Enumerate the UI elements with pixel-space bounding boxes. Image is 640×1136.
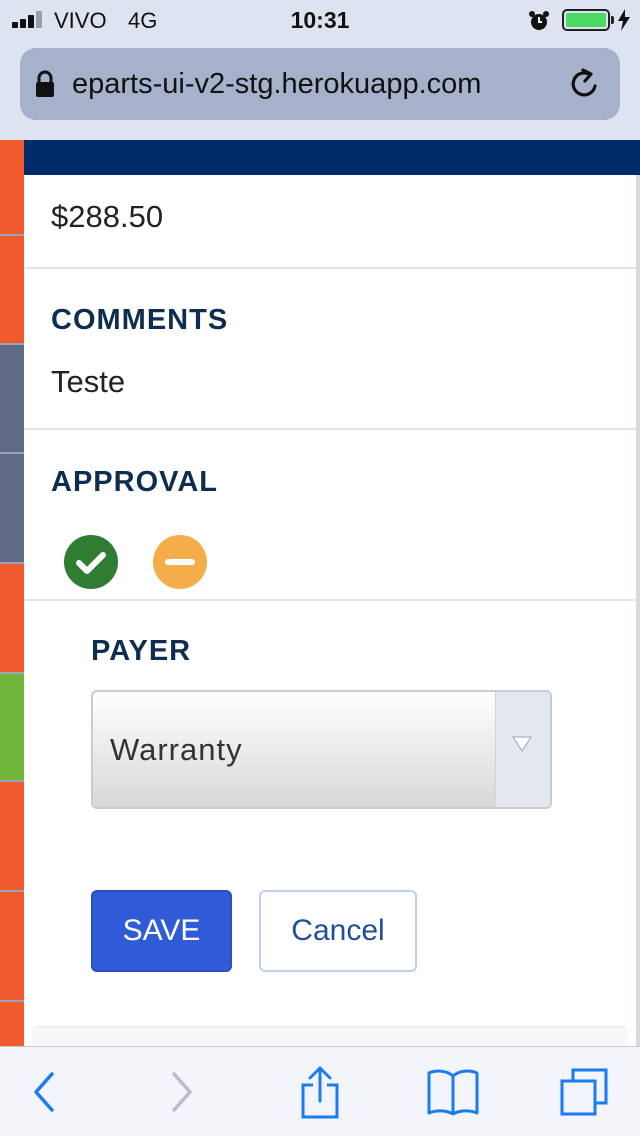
browser-address-area: eparts-ui-v2-stg.herokuapp.com [0,40,640,140]
payer-select[interactable]: Warranty [91,690,552,809]
reload-icon[interactable] [568,67,602,101]
payer-selected-value: Warranty [110,732,243,767]
share-icon [301,1066,339,1119]
tabs-button[interactable] [552,1047,616,1136]
approval-label: APPROVAL [51,466,218,498]
comments-label: COMMENTS [51,304,229,336]
forward-icon [172,1072,192,1112]
back-button[interactable] [12,1047,76,1136]
cancel-button[interactable]: Cancel [259,890,417,972]
url-text[interactable]: eparts-ui-v2-stg.herokuapp.com [72,68,566,101]
back-icon [34,1072,54,1112]
bookmarks-button[interactable] [420,1047,486,1136]
share-button[interactable] [288,1047,352,1136]
comments-value: Teste [51,364,126,399]
battery-icon [562,9,610,31]
alarm-icon [529,11,549,30]
sidebar-color-strip [0,140,24,1046]
approval-section: APPROVAL [24,430,636,601]
tabs-icon [560,1068,608,1116]
payer-label: PAYER [91,635,192,667]
approve-button[interactable] [64,535,118,589]
app-header-band [24,140,640,175]
charging-icon [618,9,630,31]
chevron-down-icon [512,736,532,752]
amount-value: $288.50 [51,199,164,234]
comments-section: COMMENTS Teste [24,269,636,430]
amount-section: $288.50 [24,175,636,269]
check-icon [76,552,106,574]
battery-cap [611,16,614,24]
lock-icon [36,70,54,97]
scroll-edge [636,175,640,1046]
save-button[interactable]: SAVE [91,890,232,972]
pending-button[interactable] [153,535,207,589]
status-bar: VIVO 4G 10:31 [0,0,640,40]
address-bar[interactable]: eparts-ui-v2-stg.herokuapp.com [20,48,620,120]
bookmarks-icon [427,1069,479,1116]
select-arrow-box[interactable] [495,692,550,807]
forward-button[interactable] [150,1047,214,1136]
minus-icon [165,559,195,565]
browser-toolbar [0,1046,640,1136]
